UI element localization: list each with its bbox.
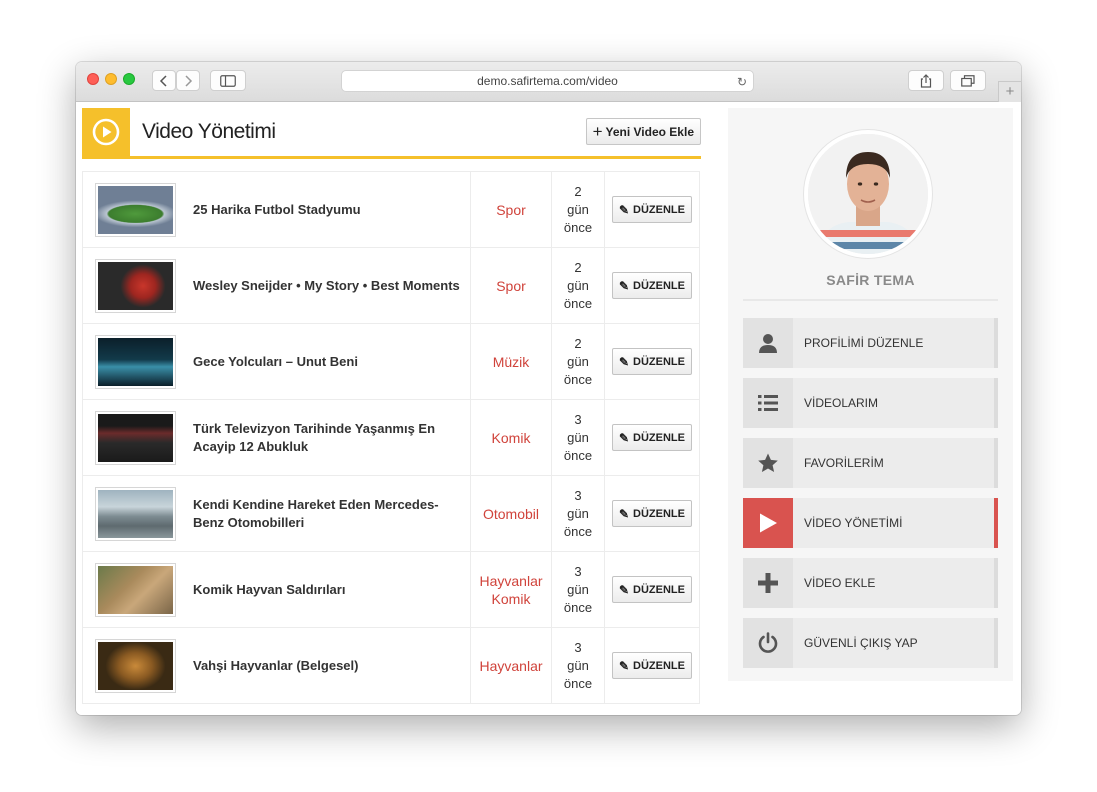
stadium-thumbnail[interactable] [95, 182, 176, 237]
table-row: Wesley Sneijder • My Story • Best Moment… [82, 247, 700, 324]
user-name: SAFİR TEMA [826, 272, 915, 288]
video-title[interactable]: Kendi Kendine Hareket Eden Mercedes-Benz… [193, 496, 460, 532]
page-header: Video Yönetimi + Yeni Video Ekle [82, 108, 701, 159]
video-title[interactable]: Gece Yolcuları – Unut Beni [193, 353, 358, 371]
user-sidebar: SAFİR TEMA PROFİLİMİ DÜZENLE VİDEOLARIM … [728, 108, 1013, 681]
video-title[interactable]: Vahşi Hayvanlar (Belgesel) [193, 657, 358, 675]
address-bar[interactable]: demo.safirtema.com/video ↻ [341, 70, 754, 92]
video-date: 2 gün önce [551, 171, 605, 248]
video-title[interactable]: Komik Hayvan Saldırıları [193, 581, 345, 599]
table-row: 25 Harika Futbol Stadyumu Spor 2 gün önce … [82, 171, 700, 248]
menu-item-logout[interactable]: GÜVENLİ ÇIKIŞ YAP [743, 618, 998, 668]
chevron-left-icon [159, 74, 167, 87]
table-row: Komik Hayvan Saldırıları Hayvanlar Komik … [82, 551, 700, 628]
video-title[interactable]: 25 Harika Futbol Stadyumu [193, 201, 361, 219]
edit-button[interactable]: ✎ DÜZENLE [611, 576, 692, 603]
video-category[interactable]: Otomobil [470, 475, 552, 552]
menu-item-edit-profile[interactable]: PROFİLİMİ DÜZENLE [743, 318, 998, 368]
new-tab-button[interactable]: + [998, 81, 1021, 102]
music-video-thumbnail[interactable] [95, 334, 176, 389]
minimize-window-button[interactable] [105, 73, 117, 85]
table-row: Vahşi Hayvanlar (Belgesel) Hayvanlar 3 gü… [82, 627, 700, 704]
video-category[interactable]: Müzik [470, 323, 552, 400]
star-icon [743, 438, 793, 488]
edit-button[interactable]: ✎ DÜZENLE [611, 196, 692, 223]
play-icon [743, 498, 793, 548]
page-title: Video Yönetimi [142, 120, 276, 143]
browser-toolbar: demo.safirtema.com/video ↻ + [76, 62, 1021, 102]
pencil-icon: ✎ [618, 430, 630, 445]
menu-item-my-videos[interactable]: VİDEOLARIM [743, 378, 998, 428]
play-circle-icon [82, 108, 130, 156]
add-video-label: Yeni Video Ekle [605, 124, 695, 139]
pencil-icon: ✎ [618, 582, 630, 597]
plus-icon: + [592, 121, 603, 141]
tabs-overview-button[interactable] [950, 70, 986, 91]
video-date: 2 gün önce [551, 247, 605, 324]
sidebar-toggle-button[interactable] [210, 70, 246, 91]
video-title[interactable]: Türk Televizyon Tarihinde Yaşanmış En Ac… [193, 420, 460, 456]
browser-window: demo.safirtema.com/video ↻ + Video Yönet… [76, 62, 1021, 715]
video-date: 3 gün önce [551, 475, 605, 552]
reload-icon[interactable]: ↻ [737, 72, 747, 92]
video-date: 2 gün önce [551, 323, 605, 400]
video-date: 3 gün önce [551, 627, 605, 704]
car-thumbnail[interactable] [95, 486, 176, 541]
table-row: Gece Yolcuları – Unut Beni Müzik 2 gün önc… [82, 323, 700, 400]
power-icon [743, 618, 793, 668]
edit-button[interactable]: ✎ DÜZENLE [611, 424, 692, 451]
table-row: Türk Televizyon Tarihinde Yaşanmış En Ac… [82, 399, 700, 476]
video-table: 25 Harika Futbol Stadyumu Spor 2 gün önce … [82, 171, 700, 704]
table-row: Kendi Kendine Hareket Eden Mercedes-Benz… [82, 475, 700, 552]
sidebar-icon [220, 74, 236, 87]
pencil-icon: ✎ [618, 202, 630, 217]
share-button[interactable] [908, 70, 944, 91]
video-category[interactable]: Spor [470, 171, 552, 248]
video-category[interactable]: Hayvanlar [470, 627, 552, 704]
video-date: 3 gün önce [551, 399, 605, 476]
page-content: Video Yönetimi + Yeni Video Ekle 25 Hari… [76, 102, 1021, 715]
tv-text-thumbnail[interactable] [95, 410, 176, 465]
video-category[interactable]: Komik [470, 399, 552, 476]
menu-item-add-video[interactable]: VİDEO EKLE [743, 558, 998, 608]
video-date: 3 gün önce [551, 551, 605, 628]
pencil-icon: ✎ [618, 658, 630, 673]
video-category[interactable]: Spor [470, 247, 552, 324]
add-video-button[interactable]: + Yeni Video Ekle [585, 118, 701, 145]
forward-button[interactable] [176, 70, 200, 91]
avatar[interactable] [808, 134, 928, 254]
pencil-icon: ✎ [618, 354, 630, 369]
close-window-button[interactable] [87, 73, 99, 85]
pencil-icon: ✎ [618, 506, 630, 521]
plus-icon [743, 558, 793, 608]
edit-button[interactable]: ✎ DÜZENLE [611, 348, 692, 375]
edit-button[interactable]: ✎ DÜZENLE [611, 272, 692, 299]
pencil-icon: ✎ [618, 278, 630, 293]
menu-item-favorites[interactable]: FAVORİLERİM [743, 438, 998, 488]
url-text: demo.safirtema.com/video [477, 74, 618, 88]
edit-button[interactable]: ✎ DÜZENLE [611, 500, 692, 527]
lion-thumbnail[interactable] [95, 638, 176, 693]
footballer-thumbnail[interactable] [95, 258, 176, 313]
video-title[interactable]: Wesley Sneijder • My Story • Best Moment… [193, 277, 460, 295]
divider [743, 299, 998, 301]
share-icon [920, 73, 932, 88]
edit-button[interactable]: ✎ DÜZENLE [611, 652, 692, 679]
menu-item-video-management[interactable]: VİDEO YÖNETİMİ [743, 498, 998, 548]
user-icon [743, 318, 793, 368]
list-icon [743, 378, 793, 428]
animals-thumbnail[interactable] [95, 562, 176, 617]
video-category[interactable]: Hayvanlar Komik [470, 551, 552, 628]
chevron-right-icon [185, 74, 193, 87]
zoom-window-button[interactable] [123, 73, 135, 85]
back-button[interactable] [152, 70, 176, 91]
tabs-icon [961, 74, 975, 87]
